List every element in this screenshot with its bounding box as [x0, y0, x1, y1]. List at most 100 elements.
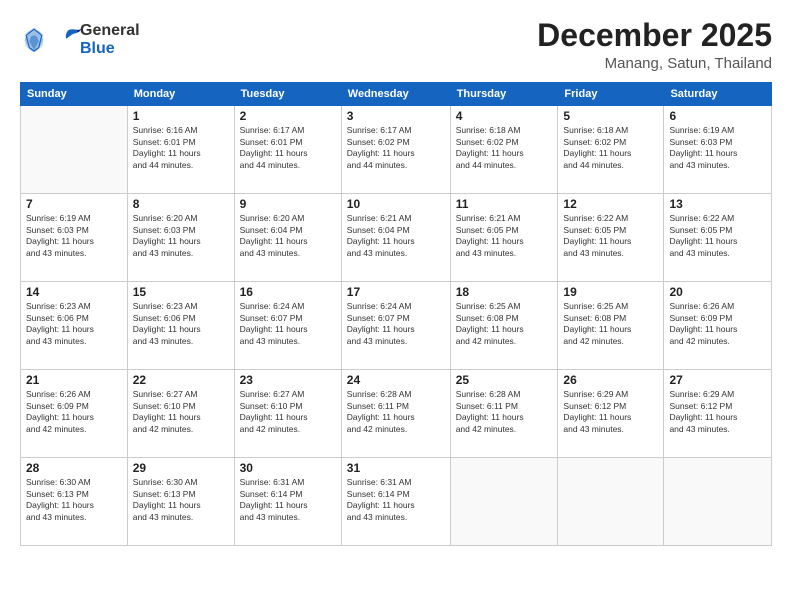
- day-number: 21: [26, 373, 122, 387]
- calendar-cell: 19 Sunrise: 6:25 AM Sunset: 6:08 PM Dayli…: [558, 282, 664, 370]
- calendar-cell: 3Sunrise: 6:17 AM Sunset: 6:02 PM Daylig…: [341, 106, 450, 194]
- calendar-cell: 21 Sunrise: 6:26 AM Sunset: 6:09 PM Dayli…: [21, 370, 128, 458]
- calendar-cell: 13 Sunrise: 6:22 AM Sunset: 6:05 PM Dayli…: [664, 194, 772, 282]
- calendar-cell: 10 Sunrise: 6:21 AM Sunset: 6:04 PM Dayli…: [341, 194, 450, 282]
- day-info: Sunrise: 6:26 AM Sunset: 6:09 PM Dayligh…: [26, 389, 122, 435]
- day-number: 10: [347, 197, 445, 211]
- day-info: Sunrise: 6:24 AM Sunset: 6:07 PM Dayligh…: [347, 301, 445, 347]
- day-info: Sunrise: 6:31 AM Sunset: 6:14 PM Dayligh…: [240, 477, 336, 523]
- day-number: 9: [240, 197, 336, 211]
- logo-line2: Blue: [80, 40, 140, 58]
- day-info: Sunrise: 6:27 AM Sunset: 6:10 PM Dayligh…: [240, 389, 336, 435]
- week-row-2: 14Sunrise: 6:23 AM Sunset: 6:06 PM Dayli…: [21, 282, 772, 370]
- calendar-cell: 23 Sunrise: 6:27 AM Sunset: 6:10 PM Dayli…: [234, 370, 341, 458]
- calendar-cell: 12 Sunrise: 6:22 AM Sunset: 6:05 PM Dayli…: [558, 194, 664, 282]
- calendar-cell: 8 Sunrise: 6:20 AM Sunset: 6:03 PM Daylig…: [127, 194, 234, 282]
- calendar-cell: 5Sunrise: 6:18 AM Sunset: 6:02 PM Daylig…: [558, 106, 664, 194]
- day-number: 24: [347, 373, 445, 387]
- day-number: 20: [669, 285, 766, 299]
- day-number: 6: [669, 109, 766, 123]
- weekday-sunday: Sunday: [21, 83, 128, 106]
- location-title: Manang, Satun, Thailand: [537, 55, 772, 72]
- day-number: 19: [563, 285, 658, 299]
- logo: General Blue: [20, 22, 140, 57]
- calendar-cell: 25 Sunrise: 6:28 AM Sunset: 6:11 PM Dayli…: [450, 370, 558, 458]
- day-info: Sunrise: 6:17 AM Sunset: 6:02 PM Dayligh…: [347, 125, 445, 171]
- day-info: Sunrise: 6:19 AM Sunset: 6:03 PM Dayligh…: [669, 125, 766, 171]
- day-info: Sunrise: 6:26 AM Sunset: 6:09 PM Dayligh…: [669, 301, 766, 347]
- weekday-header: SundayMondayTuesdayWednesdayThursdayFrid…: [21, 83, 772, 106]
- day-number: 8: [133, 197, 229, 211]
- calendar-cell: 1 Sunrise: 6:16 AM Sunset: 6:01 PM Daylig…: [127, 106, 234, 194]
- calendar-cell: 6 Sunrise: 6:19 AM Sunset: 6:03 PM Daylig…: [664, 106, 772, 194]
- page: General Blue December 2025 Manang, Satun…: [0, 0, 792, 612]
- day-info: Sunrise: 6:27 AM Sunset: 6:10 PM Dayligh…: [133, 389, 229, 435]
- day-info: Sunrise: 6:29 AM Sunset: 6:12 PM Dayligh…: [563, 389, 658, 435]
- month-title: December 2025: [537, 18, 772, 53]
- calendar-cell: [664, 458, 772, 546]
- day-number: 22: [133, 373, 229, 387]
- day-number: 13: [669, 197, 766, 211]
- day-number: 15: [133, 285, 229, 299]
- day-number: 23: [240, 373, 336, 387]
- calendar-cell: 31Sunrise: 6:31 AM Sunset: 6:14 PM Dayli…: [341, 458, 450, 546]
- calendar-cell: 24Sunrise: 6:28 AM Sunset: 6:11 PM Dayli…: [341, 370, 450, 458]
- week-row-4: 28 Sunrise: 6:30 AM Sunset: 6:13 PM Dayli…: [21, 458, 772, 546]
- day-info: Sunrise: 6:19 AM Sunset: 6:03 PM Dayligh…: [26, 213, 122, 259]
- day-info: Sunrise: 6:21 AM Sunset: 6:05 PM Dayligh…: [456, 213, 553, 259]
- day-info: Sunrise: 6:30 AM Sunset: 6:13 PM Dayligh…: [133, 477, 229, 523]
- calendar-cell: 14Sunrise: 6:23 AM Sunset: 6:06 PM Dayli…: [21, 282, 128, 370]
- logo-line1: General: [80, 22, 140, 40]
- day-info: Sunrise: 6:23 AM Sunset: 6:06 PM Dayligh…: [26, 301, 122, 347]
- calendar-cell: 18Sunrise: 6:25 AM Sunset: 6:08 PM Dayli…: [450, 282, 558, 370]
- calendar-cell: 27Sunrise: 6:29 AM Sunset: 6:12 PM Dayli…: [664, 370, 772, 458]
- weekday-wednesday: Wednesday: [341, 83, 450, 106]
- day-info: Sunrise: 6:18 AM Sunset: 6:02 PM Dayligh…: [456, 125, 553, 171]
- week-row-1: 7 Sunrise: 6:19 AM Sunset: 6:03 PM Daylig…: [21, 194, 772, 282]
- day-number: 2: [240, 109, 336, 123]
- calendar-body: 1 Sunrise: 6:16 AM Sunset: 6:01 PM Daylig…: [21, 106, 772, 546]
- week-row-0: 1 Sunrise: 6:16 AM Sunset: 6:01 PM Daylig…: [21, 106, 772, 194]
- calendar-cell: 20 Sunrise: 6:26 AM Sunset: 6:09 PM Dayli…: [664, 282, 772, 370]
- day-info: Sunrise: 6:22 AM Sunset: 6:05 PM Dayligh…: [563, 213, 658, 259]
- day-number: 26: [563, 373, 658, 387]
- day-number: 16: [240, 285, 336, 299]
- header: General Blue December 2025 Manang, Satun…: [20, 18, 772, 72]
- calendar-cell: 17Sunrise: 6:24 AM Sunset: 6:07 PM Dayli…: [341, 282, 450, 370]
- day-number: 12: [563, 197, 658, 211]
- day-number: 29: [133, 461, 229, 475]
- calendar-cell: 29 Sunrise: 6:30 AM Sunset: 6:13 PM Dayli…: [127, 458, 234, 546]
- day-info: Sunrise: 6:20 AM Sunset: 6:03 PM Dayligh…: [133, 213, 229, 259]
- calendar-cell: [558, 458, 664, 546]
- calendar-cell: 15 Sunrise: 6:23 AM Sunset: 6:06 PM Dayli…: [127, 282, 234, 370]
- week-row-3: 21 Sunrise: 6:26 AM Sunset: 6:09 PM Dayli…: [21, 370, 772, 458]
- day-info: Sunrise: 6:28 AM Sunset: 6:11 PM Dayligh…: [456, 389, 553, 435]
- day-number: 4: [456, 109, 553, 123]
- day-info: Sunrise: 6:22 AM Sunset: 6:05 PM Dayligh…: [669, 213, 766, 259]
- calendar-table: SundayMondayTuesdayWednesdayThursdayFrid…: [20, 82, 772, 546]
- weekday-monday: Monday: [127, 83, 234, 106]
- title-block: December 2025 Manang, Satun, Thailand: [537, 18, 772, 72]
- day-info: Sunrise: 6:25 AM Sunset: 6:08 PM Dayligh…: [563, 301, 658, 347]
- day-number: 18: [456, 285, 553, 299]
- calendar-cell: 26 Sunrise: 6:29 AM Sunset: 6:12 PM Dayli…: [558, 370, 664, 458]
- day-number: 25: [456, 373, 553, 387]
- day-number: 11: [456, 197, 553, 211]
- day-info: Sunrise: 6:21 AM Sunset: 6:04 PM Dayligh…: [347, 213, 445, 259]
- weekday-saturday: Saturday: [664, 83, 772, 106]
- day-info: Sunrise: 6:17 AM Sunset: 6:01 PM Dayligh…: [240, 125, 336, 171]
- calendar-cell: 2 Sunrise: 6:17 AM Sunset: 6:01 PM Daylig…: [234, 106, 341, 194]
- calendar-cell: 7 Sunrise: 6:19 AM Sunset: 6:03 PM Daylig…: [21, 194, 128, 282]
- day-number: 28: [26, 461, 122, 475]
- day-number: 31: [347, 461, 445, 475]
- day-number: 27: [669, 373, 766, 387]
- day-number: 1: [133, 109, 229, 123]
- weekday-friday: Friday: [558, 83, 664, 106]
- calendar-cell: 30Sunrise: 6:31 AM Sunset: 6:14 PM Dayli…: [234, 458, 341, 546]
- day-number: 7: [26, 197, 122, 211]
- day-info: Sunrise: 6:24 AM Sunset: 6:07 PM Dayligh…: [240, 301, 336, 347]
- day-info: Sunrise: 6:23 AM Sunset: 6:06 PM Dayligh…: [133, 301, 229, 347]
- calendar-cell: 22 Sunrise: 6:27 AM Sunset: 6:10 PM Dayli…: [127, 370, 234, 458]
- day-info: Sunrise: 6:16 AM Sunset: 6:01 PM Dayligh…: [133, 125, 229, 171]
- calendar-cell: [21, 106, 128, 194]
